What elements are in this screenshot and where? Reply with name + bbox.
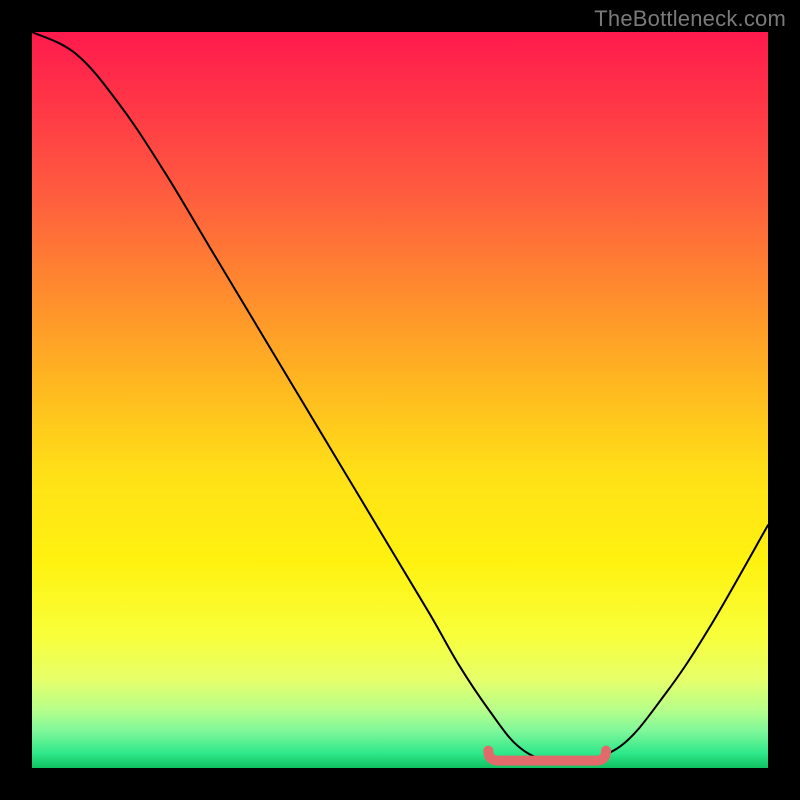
chart-frame: TheBottleneck.com xyxy=(0,0,800,800)
flat-region-marker xyxy=(32,32,768,768)
plot-area xyxy=(32,32,768,768)
watermark-text: TheBottleneck.com xyxy=(594,6,786,32)
bottleneck-curve xyxy=(32,32,768,768)
